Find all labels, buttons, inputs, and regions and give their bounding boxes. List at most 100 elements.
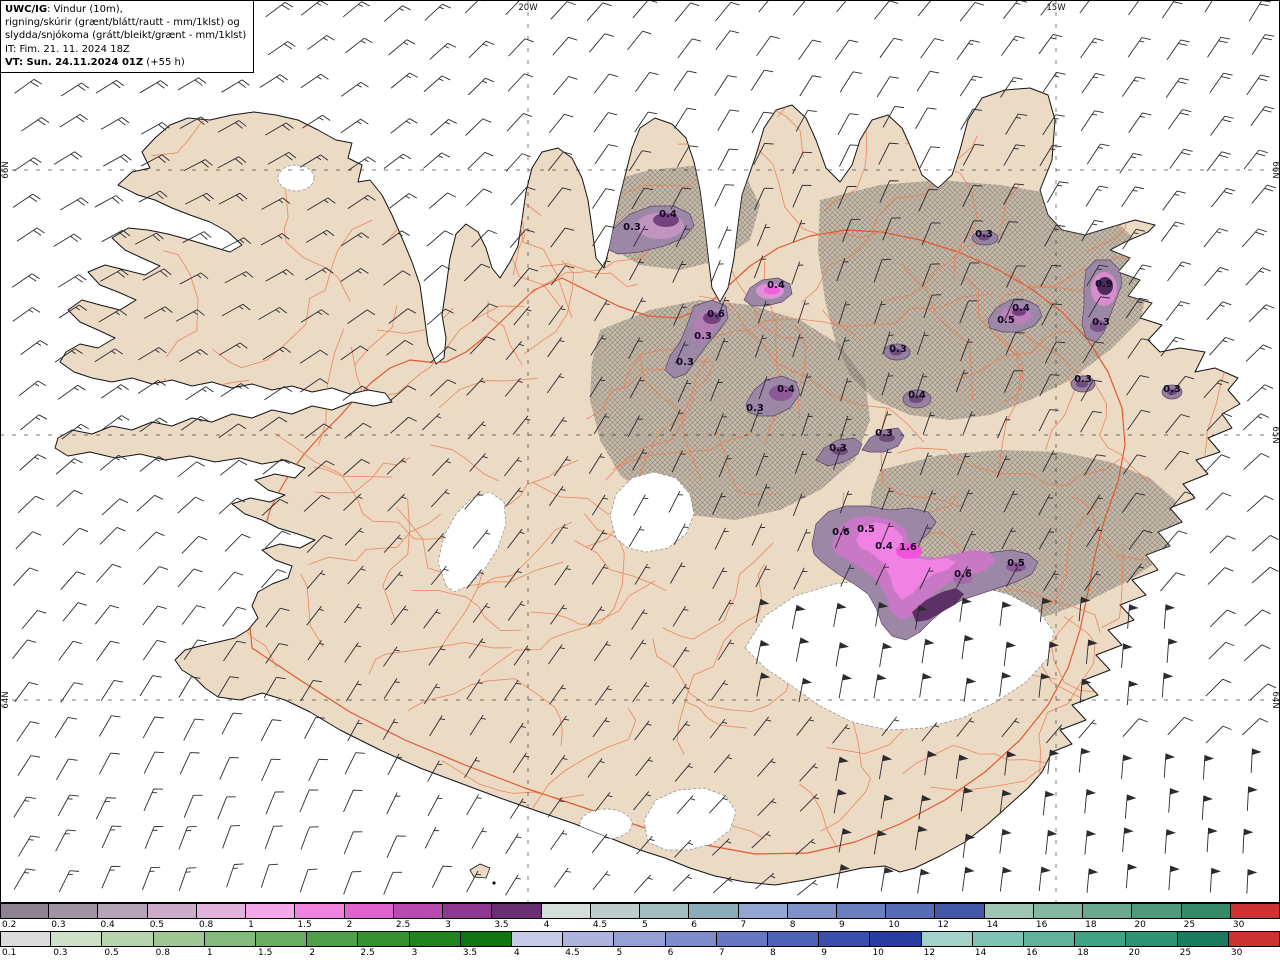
rain-scale-swatch bbox=[1126, 931, 1178, 947]
rain-scale-tick-label: 7 bbox=[716, 947, 769, 959]
rain-scale-swatch bbox=[819, 931, 871, 947]
snow-scale-tick-label: 4.5 bbox=[590, 919, 641, 931]
snow-scale-cell-30: 30 bbox=[1230, 903, 1280, 931]
snow-scale-tick-label: 18 bbox=[1083, 919, 1133, 931]
rain-scale-cell-1: 1 bbox=[204, 931, 257, 959]
rain-scale-tick-label: 1 bbox=[204, 947, 257, 959]
snow-scale-cell-16: 16 bbox=[1033, 903, 1084, 931]
rain-scale-cell-3: 3 bbox=[409, 931, 461, 959]
snow-scale-swatch bbox=[0, 903, 50, 919]
snow-scale-tick-label: 9 bbox=[836, 919, 887, 931]
snow-scale-tick-label: 8 bbox=[787, 919, 837, 931]
snow-scale-tick-label: 3 bbox=[443, 919, 493, 931]
snow-scale-cell-3.5: 3.5 bbox=[492, 903, 542, 931]
snow-scale-cell-18: 18 bbox=[1083, 903, 1133, 931]
precip-value-label: 0.3 bbox=[829, 443, 847, 454]
rain-scale-cell-8: 8 bbox=[768, 931, 820, 959]
rain-scale-tick-label: 20 bbox=[1126, 947, 1178, 959]
snow-scale-tick-label: 1 bbox=[246, 919, 296, 931]
rain-scale-swatch bbox=[614, 931, 666, 947]
rain-scale-swatch bbox=[768, 931, 820, 947]
snow-scale-swatch bbox=[1033, 903, 1084, 919]
precip-value-label: 0.6 bbox=[832, 527, 850, 538]
rain-scale-tick-label: 0.1 bbox=[0, 947, 52, 959]
snow-scale-swatch bbox=[1132, 903, 1182, 919]
snow-scale-tick-label: 0.4 bbox=[98, 919, 148, 931]
precip-value-label: 0.4 bbox=[659, 209, 677, 220]
snow-scale-cell-2.5: 2.5 bbox=[393, 903, 444, 931]
snow-scale-cell-9: 9 bbox=[836, 903, 887, 931]
snow-scale-swatch bbox=[1230, 903, 1280, 919]
snow-scale-cell-10: 10 bbox=[886, 903, 936, 931]
precip-value-label: 1.6 bbox=[899, 542, 917, 553]
rain-scale-tick-label: 3 bbox=[409, 947, 461, 959]
precip-value-label: 0.4 bbox=[875, 541, 893, 552]
rain-scale-swatch bbox=[51, 931, 103, 947]
snow-scale-swatch bbox=[738, 903, 788, 919]
snow-scale-tick-label: 2 bbox=[344, 919, 394, 931]
rain-scale-swatch bbox=[665, 931, 717, 947]
rain-scale-cell-0.5: 0.5 bbox=[102, 931, 154, 959]
snow-scale-cell-5: 5 bbox=[640, 903, 690, 931]
rain-scale-cell-10: 10 bbox=[870, 931, 922, 959]
rain-colorbar: 0.1 0.3 0.5 0.8 1 1.5 2 2.5 3 3.5 4 4.5 5 6 7 8 9 10 12 14 1… bbox=[0, 931, 1280, 959]
rain-scale-swatch bbox=[1228, 931, 1280, 947]
snow-scale-cell-0.2: 0.2 bbox=[0, 903, 50, 931]
precip-value-label: 0.3 bbox=[1092, 317, 1110, 328]
snow-scale-cell-12: 12 bbox=[935, 903, 985, 931]
legend-init-time: IT: Fim. 21. 11. 2024 18Z bbox=[5, 43, 130, 55]
precip-value-label: 0.4 bbox=[767, 280, 785, 291]
glacier-drangajokull bbox=[277, 164, 315, 192]
rain-scale-tick-label: 5 bbox=[614, 947, 666, 959]
legend-line-2: rigning/skúrir (grænt/blátt/rautt - mm/1… bbox=[5, 17, 240, 29]
snow-scale-tick-label: 6 bbox=[689, 919, 739, 931]
snow-scale-tick-label: 16 bbox=[1033, 919, 1084, 931]
snow-scale-swatch bbox=[1083, 903, 1133, 919]
rain-scale-cell-0.8: 0.8 bbox=[153, 931, 205, 959]
latitude-label-left: 64N bbox=[1, 691, 11, 708]
rain-scale-tick-label: 16 bbox=[1024, 947, 1076, 959]
rain-scale-swatch bbox=[460, 931, 513, 947]
rain-scale-tick-label: 1.5 bbox=[256, 947, 308, 959]
rain-scale-swatch bbox=[409, 931, 461, 947]
snow-scale-tick-label: 2.5 bbox=[393, 919, 444, 931]
snow-scale-swatch bbox=[590, 903, 641, 919]
precip-value-label: 0.5 bbox=[997, 315, 1015, 326]
precip-value-label: 0.3 bbox=[746, 403, 764, 414]
snow-scale-cell-0.8: 0.8 bbox=[196, 903, 247, 931]
precip-value-label: 0.5 bbox=[857, 524, 875, 535]
legend-valid-time: VT: Sun. 24.11.2024 01Z (+55 h) bbox=[5, 56, 185, 68]
latitude-label-right: 66N bbox=[1270, 161, 1280, 178]
rain-scale-tick-label: 10 bbox=[870, 947, 922, 959]
precip-value-label: 0.4 bbox=[908, 390, 926, 401]
precip-value-label: 0.3 bbox=[975, 229, 993, 240]
snow-scale-swatch bbox=[443, 903, 493, 919]
longitude-label: 15W bbox=[1046, 3, 1066, 13]
snow-scale-cell-8: 8 bbox=[787, 903, 837, 931]
snow-scale-cell-0.4: 0.4 bbox=[98, 903, 148, 931]
precip-value-label: 0.3 bbox=[1074, 374, 1092, 385]
longitude-label: 20W bbox=[518, 3, 538, 13]
rain-scale-cell-4: 4 bbox=[512, 931, 564, 959]
snow-scale-tick-label: 12 bbox=[935, 919, 985, 931]
snow-scale-swatch bbox=[541, 903, 591, 919]
rain-scale-tick-label: 6 bbox=[665, 947, 717, 959]
rain-scale-tick-label: 30 bbox=[1228, 947, 1280, 959]
precip-value-label: 0.9 bbox=[1095, 279, 1113, 290]
latitude-label-left: 66N bbox=[1, 161, 11, 178]
snow-scale-swatch bbox=[196, 903, 247, 919]
offshore-islet bbox=[492, 881, 496, 885]
rain-scale-tick-label: 4.5 bbox=[563, 947, 615, 959]
snow-scale-tick-label: 14 bbox=[984, 919, 1034, 931]
rain-scale-swatch bbox=[307, 931, 359, 947]
weather-forecast-map-page: 0.3 0.4 0.4 0.6 0.3 0.3 0.4 0.3 0.3 0.3 0.3 0.4 0.3 0… bbox=[0, 0, 1280, 960]
rain-scale-cell-5: 5 bbox=[614, 931, 666, 959]
rain-scale-cell-7: 7 bbox=[716, 931, 769, 959]
snow-scale-cell-1.5: 1.5 bbox=[295, 903, 345, 931]
rain-scale-swatch bbox=[358, 931, 410, 947]
rain-scale-swatch bbox=[870, 931, 922, 947]
precip-value-label: 0.6 bbox=[954, 569, 972, 580]
precip-value-label: 0.3 bbox=[1163, 384, 1181, 395]
rain-scale-swatch bbox=[256, 931, 308, 947]
rain-scale-tick-label: 2 bbox=[307, 947, 359, 959]
